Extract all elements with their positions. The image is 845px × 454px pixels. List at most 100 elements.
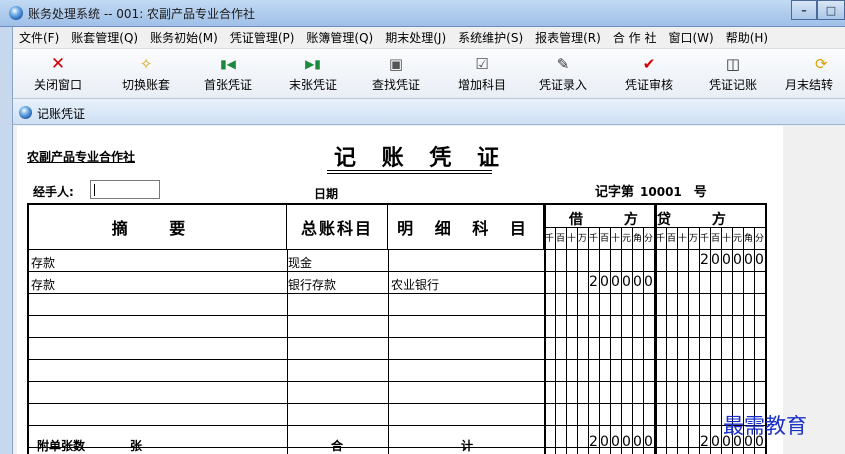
- menu-coop[interactable]: 合 作 社: [607, 29, 663, 46]
- row-1-general-account[interactable]: 现金: [288, 254, 312, 271]
- first-voucher-button[interactable]: ▮◀ 首张凭证: [188, 55, 268, 93]
- watermark: 最需教育: [723, 414, 807, 438]
- voucher-window-title: 记账凭证: [37, 107, 86, 121]
- voucher-table: 摘 要 总账科目 明 细 科 目 借 方 贷 方 存款 现金 存款 银行存款 农…: [27, 203, 767, 454]
- title-underline: [327, 173, 492, 174]
- window-title: 账务处理系统 -- 001: 农副产品专业合作社: [28, 7, 256, 21]
- row-1-credit-digit: 0: [733, 252, 742, 268]
- menu-init[interactable]: 账务初始(M): [144, 29, 224, 46]
- voucher-number-value: 10001: [640, 185, 682, 199]
- month-end-button[interactable]: ⟳ 月末结转: [785, 55, 845, 93]
- row-1-credit-digit: 2: [700, 252, 709, 268]
- credit-header: 贷 方: [657, 212, 744, 228]
- total-debit-digit: 2: [589, 434, 598, 450]
- total-debit-digit: 0: [600, 434, 609, 450]
- row-1-credit-digit: 0: [722, 252, 731, 268]
- audit-icon: ✔: [642, 55, 656, 73]
- credit-unit-label: 万: [689, 234, 699, 244]
- title-underline: [327, 170, 492, 171]
- last-icon: ▶▮: [305, 57, 321, 71]
- close-icon: ✕: [50, 54, 66, 74]
- debit-unit-label: 万: [578, 234, 588, 244]
- row-2-debit-digit: 0: [633, 274, 642, 290]
- voucher-posting-button[interactable]: ◫ 凭证记账: [693, 55, 773, 93]
- voucher-entry-button[interactable]: ✎ 凭证录入: [523, 55, 603, 93]
- credit-unit-label: 元: [733, 234, 743, 244]
- last-voucher-button[interactable]: ▶▮ 末张凭证: [273, 55, 353, 93]
- menu-file[interactable]: 文件(F): [13, 29, 65, 46]
- credit-unit-label: 分: [755, 234, 765, 244]
- right-panel: [783, 126, 845, 454]
- debit-column-line: [566, 227, 567, 454]
- switch-icon: ✧: [139, 55, 153, 73]
- row-2-debit-digit: 0: [611, 274, 620, 290]
- debit-column-line: [599, 227, 600, 454]
- find-voucher-button[interactable]: ▣ 查找凭证: [356, 55, 436, 93]
- voucher-window-titlebar: 记账凭证: [13, 99, 845, 125]
- total-debit-digit: 0: [622, 434, 631, 450]
- total-label-1: 合: [331, 439, 344, 453]
- menu-bar: 文件(F) 账套管理(Q) 账务初始(M) 凭证管理(P) 账簿管理(Q) 期末…: [13, 27, 845, 49]
- entry-icon: ✎: [556, 55, 570, 73]
- total-credit-digit: 2: [700, 434, 709, 450]
- switch-account-button[interactable]: ✧ 切换账套: [106, 55, 186, 93]
- credit-unit-label: 角: [744, 234, 754, 244]
- menu-window[interactable]: 窗口(W): [662, 29, 719, 46]
- title-bar: 账务处理系统 -- 001: 农副产品专业合作社 – □: [0, 0, 845, 27]
- voucher-window: 记账凭证 农副产品专业合作社 记 账 凭 证 经手人: 日期 记字第 10001 号…: [13, 99, 845, 454]
- general-account-header: 总账科目: [287, 205, 388, 249]
- menu-account-set[interactable]: 账套管理(Q): [65, 29, 144, 46]
- menu-voucher[interactable]: 凭证管理(P): [224, 29, 301, 46]
- menu-system[interactable]: 系统维护(S): [452, 29, 529, 46]
- row-2-debit-digit: 2: [589, 274, 598, 290]
- voucher-number: 记字第 10001 号: [595, 181, 707, 200]
- debit-column-line: [588, 227, 589, 454]
- close-window-button[interactable]: ✕ 关闭窗口: [18, 55, 98, 93]
- debit-unit-label: 十: [611, 234, 621, 244]
- debit-unit-label: 百: [556, 234, 566, 244]
- credit-unit-label: 十: [722, 234, 732, 244]
- maximize-button[interactable]: □: [817, 0, 845, 20]
- menu-help[interactable]: 帮助(H): [720, 29, 774, 46]
- menu-books[interactable]: 账簿管理(Q): [300, 29, 379, 46]
- voucher-title: 记 账 凭 证: [334, 145, 508, 171]
- debit-unit-label: 十: [567, 234, 577, 244]
- first-icon: ▮◀: [220, 57, 236, 71]
- credit-unit-label: 百: [667, 234, 677, 244]
- left-frame: [0, 27, 13, 454]
- voucher-number-prefix: 记字第: [595, 185, 635, 200]
- credit-unit-label: 十: [678, 234, 688, 244]
- debit-column-line: [577, 227, 578, 454]
- detail-account-header: 明 细 科 目: [388, 205, 544, 249]
- row-2-summary[interactable]: 存款: [31, 276, 55, 293]
- row-2-debit-digit: 0: [644, 274, 653, 290]
- debit-column-line: [555, 227, 556, 454]
- menu-reports[interactable]: 报表管理(R): [529, 29, 607, 46]
- row-2-detail-account[interactable]: 农业银行: [391, 276, 439, 293]
- add-account-icon: ☑: [475, 55, 489, 73]
- voucher-audit-button[interactable]: ✔ 凭证审核: [609, 55, 689, 93]
- date-label: 日期: [314, 187, 339, 201]
- debit-column-line: [632, 227, 633, 454]
- toolbar: ✕ 关闭窗口 ✧ 切换账套 ▮◀ 首张凭证 ▶▮ 末张凭证 ▣ 查找凭证 ☑ 增…: [13, 49, 845, 99]
- add-account-button[interactable]: ☑ 增加科目: [442, 55, 522, 93]
- credit-unit-label: 千: [700, 234, 710, 244]
- month-end-icon: ⟳: [815, 55, 828, 73]
- app-icon: [9, 6, 23, 20]
- debit-column-line: [610, 227, 611, 454]
- total-debit-digit: 0: [611, 434, 620, 450]
- summary-header: 摘 要: [29, 205, 287, 249]
- row-2-debit-digit: 0: [600, 274, 609, 290]
- total-debit-digit: 0: [644, 434, 653, 450]
- menu-period-end[interactable]: 期末处理(J): [379, 29, 452, 46]
- row-1-credit-digit: 0: [744, 252, 753, 268]
- row-2-general-account[interactable]: 银行存款: [288, 276, 336, 293]
- row-1-summary[interactable]: 存款: [31, 254, 55, 271]
- debit-unit-label: 千: [545, 234, 555, 244]
- voucher-number-suffix: 号: [693, 185, 707, 200]
- credit-column-line: [677, 227, 678, 454]
- minimize-button[interactable]: –: [791, 0, 817, 20]
- credit-unit-label: 千: [656, 234, 666, 244]
- handler-input[interactable]: [90, 180, 160, 199]
- debit-unit-label: 千: [589, 234, 599, 244]
